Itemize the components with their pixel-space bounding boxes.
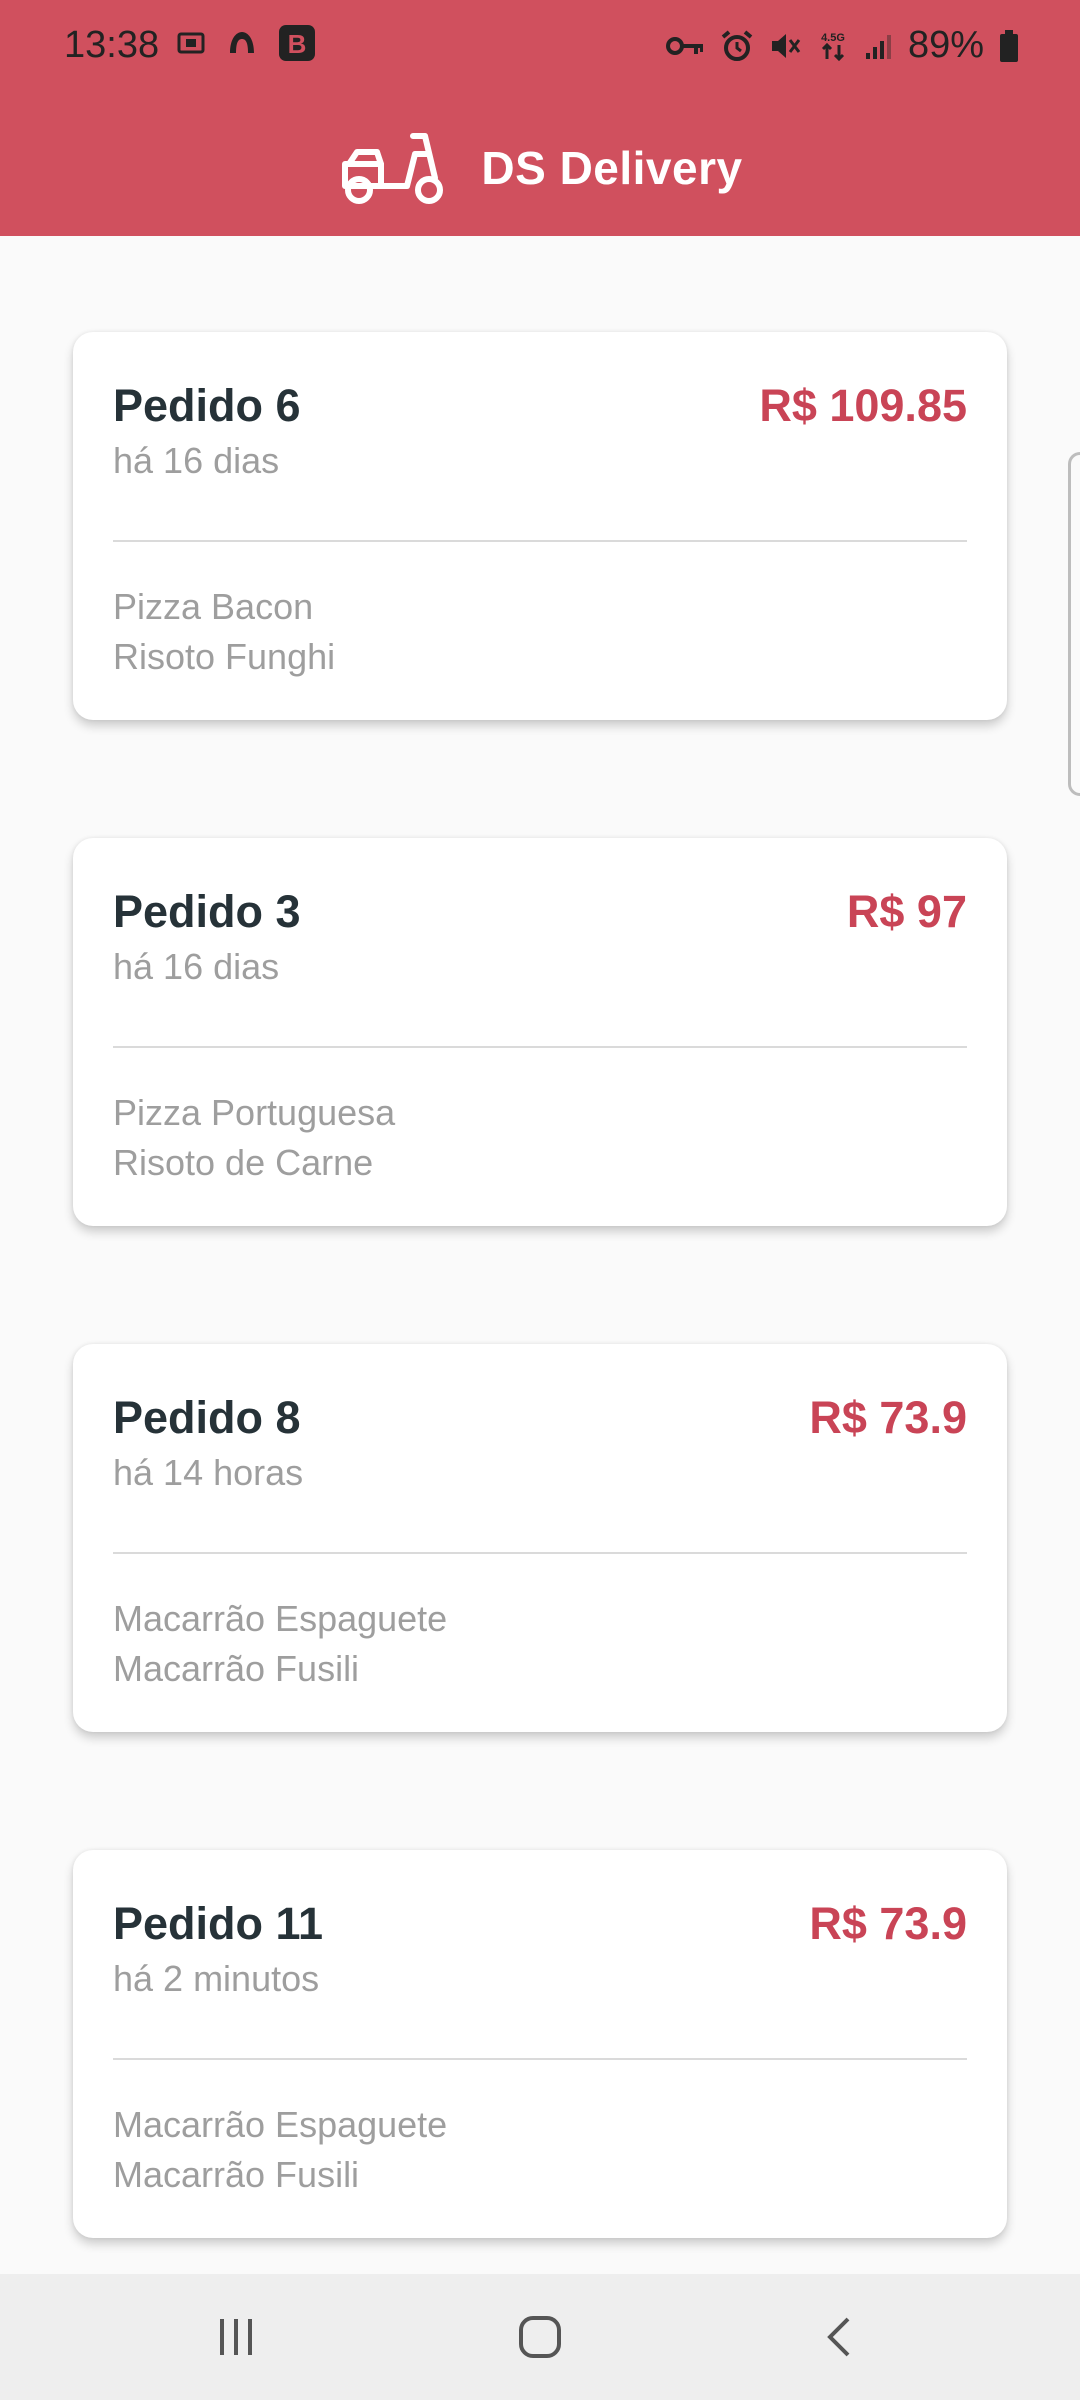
back-icon[interactable]	[800, 2304, 880, 2370]
product-item: Risoto de Carne	[113, 1142, 374, 1183]
order-card[interactable]: Pedido 3 R$ 97 há 16 dias Pizza Portugue…	[73, 838, 1007, 1226]
order-time: há 2 minutos	[113, 1958, 320, 1999]
order-products: Macarrão Espaguete Macarrão Fusili	[113, 2100, 447, 2200]
product-item: Pizza Bacon	[113, 586, 314, 627]
status-time: 13:38	[64, 24, 160, 66]
status-bar: 13:38 B 4.5G 89%	[0, 0, 1080, 90]
status-right-icons: 4.5G 89%	[665, 24, 1020, 67]
product-item: Macarrão Fusili	[113, 1648, 360, 1689]
vpn-key-icon	[665, 33, 706, 59]
order-products: Macarrão Espaguete Macarrão Fusili	[113, 1594, 447, 1694]
order-price: R$ 73.9	[809, 1898, 967, 1949]
brand: DS Delivery	[0, 118, 1080, 218]
order-card[interactable]: Pedido 8 R$ 73.9 há 14 horas Macarrão Es…	[73, 1344, 1007, 1732]
product-item: Macarrão Espaguete	[113, 2104, 448, 2145]
order-card[interactable]: Pedido 11 R$ 73.9 há 2 minutos Macarrão …	[73, 1850, 1007, 2238]
divider	[113, 1046, 967, 1048]
order-title: Pedido 3	[113, 886, 301, 937]
order-price: R$ 109.85	[759, 380, 967, 431]
app-title: DS Delivery	[481, 142, 743, 194]
order-time: há 14 horas	[113, 1452, 304, 1493]
svg-text:4.5G: 4.5G	[821, 32, 845, 44]
order-products: Pizza Portuguesa Risoto de Carne	[113, 1088, 395, 1188]
divider	[113, 2058, 967, 2060]
delivery-scooter-icon	[337, 130, 447, 206]
divider	[113, 540, 967, 542]
order-title: Pedido 11	[113, 1898, 324, 1949]
order-price: R$ 73.9	[809, 1392, 967, 1443]
home-icon[interactable]	[500, 2304, 580, 2370]
order-time: há 16 dias	[113, 440, 280, 481]
edge-panel-handle[interactable]	[1068, 452, 1080, 796]
order-card[interactable]: Pedido 6 R$ 109.85 há 16 dias Pizza Baco…	[73, 332, 1007, 720]
alarm-icon	[720, 29, 754, 63]
app-header: 13:38 B 4.5G 89% DS Delivery	[0, 0, 1080, 236]
recent-apps-icon[interactable]	[196, 2304, 276, 2370]
network-4-5g-icon: 4.5G	[816, 29, 850, 63]
product-item: Macarrão Espaguete	[113, 1598, 448, 1639]
svg-text:B: B	[288, 29, 307, 59]
b-app-icon: B	[278, 24, 316, 62]
order-price: R$ 97	[846, 886, 967, 937]
order-products: Pizza Bacon Risoto Funghi	[113, 582, 335, 682]
status-left-icons: B	[176, 24, 316, 62]
product-item: Macarrão Fusili	[113, 2154, 360, 2195]
order-time: há 16 dias	[113, 946, 280, 987]
battery-percent: 89%	[907, 24, 984, 66]
divider	[113, 1552, 967, 1554]
product-item: Risoto Funghi	[113, 636, 336, 677]
order-title: Pedido 8	[113, 1392, 301, 1443]
product-item: Pizza Portuguesa	[113, 1092, 396, 1133]
order-title: Pedido 6	[113, 380, 301, 431]
screenshot-icon	[176, 28, 206, 58]
app-icon	[226, 27, 258, 59]
navigation-bar	[0, 2274, 1080, 2400]
battery-icon	[998, 29, 1020, 63]
mute-icon	[768, 29, 802, 63]
signal-icon	[864, 31, 894, 61]
